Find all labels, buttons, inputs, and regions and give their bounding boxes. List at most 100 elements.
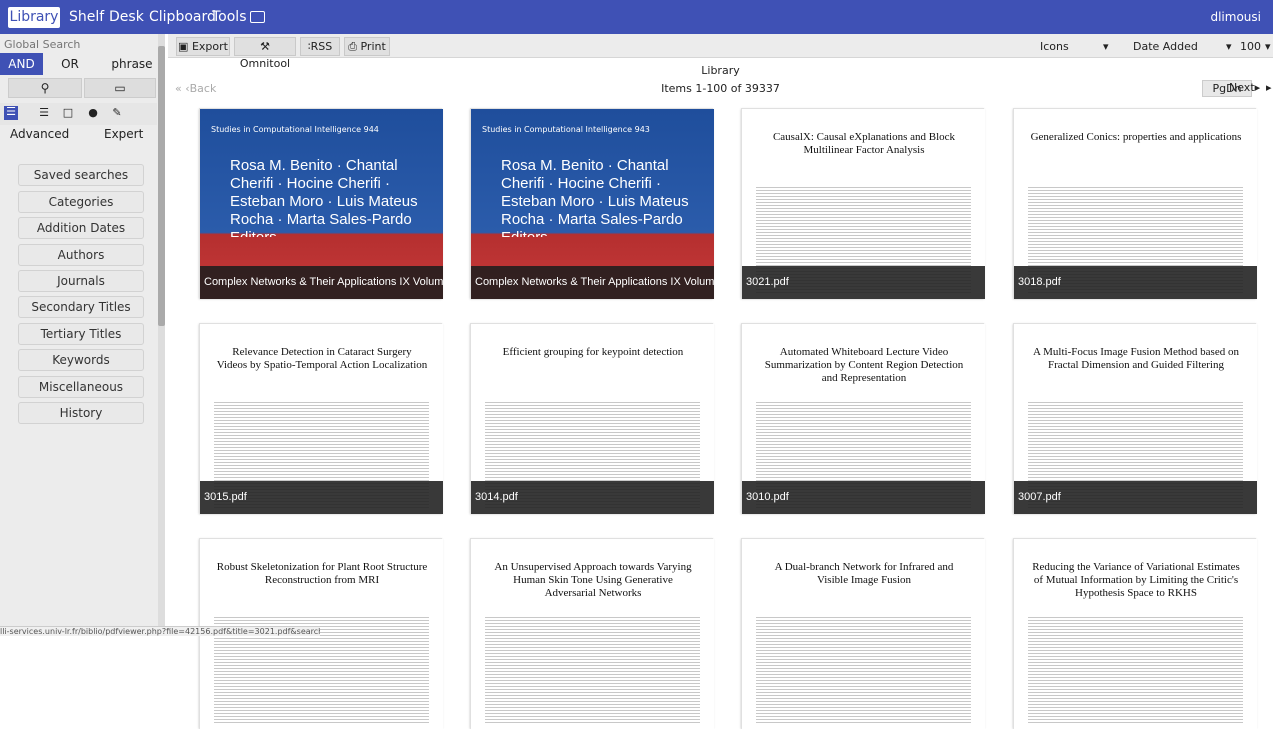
nav-library[interactable]: Library [8, 7, 60, 28]
paper-preview: Reducing the Variance of Variational Est… [1014, 539, 1257, 729]
paper-title: A Multi-Focus Image Fusion Method based … [1033, 346, 1239, 371]
categories-button[interactable]: Categories [18, 191, 144, 213]
item-card[interactable]: An Unsupervised Approach towards Varying… [470, 538, 714, 729]
nav-desk[interactable]: Desk [109, 7, 144, 28]
omnitool-button[interactable]: ⚒ Omnitool [234, 37, 296, 70]
item-thumbnail[interactable]: Reducing the Variance of Variational Est… [1014, 539, 1257, 729]
print-label: Print [360, 40, 386, 53]
chevron-right-icon: ▸ [1254, 81, 1261, 94]
paper-text-lines [485, 615, 700, 725]
search-button[interactable]: ⚲ [8, 78, 82, 98]
item-thumbnail[interactable]: Generalized Conics: properties and appli… [1014, 109, 1257, 299]
top-nav: Library Shelf Desk Clipboard Tools dlimo… [0, 0, 1273, 34]
view-select[interactable]: Icons [1040, 37, 1100, 56]
chevron-down-icon[interactable]: ▾ [1265, 37, 1273, 56]
item-caption: Complex Networks & Their Applications IX… [471, 266, 714, 299]
item-thumbnail[interactable]: Studies in Computational Intelligence 94… [200, 109, 443, 299]
chevron-down-icon[interactable]: ▾ [1103, 37, 1113, 56]
item-card[interactable]: A Multi-Focus Image Fusion Method based … [1013, 323, 1257, 514]
expert-search-link[interactable]: Expert [104, 127, 143, 141]
cover-series: Studies in Computational Intelligence 94… [211, 125, 379, 134]
paper-text-lines [1028, 615, 1243, 725]
advanced-search-link[interactable]: Advanced [10, 127, 69, 141]
paper-title: Generalized Conics: properties and appli… [1030, 131, 1242, 143]
item-card[interactable]: A Dual-branch Network for Infrared and V… [741, 538, 985, 729]
nav-clipboard[interactable]: Clipboard [149, 7, 216, 28]
keyboard-icon[interactable] [250, 11, 265, 23]
list-icon[interactable]: ☰ [38, 107, 50, 119]
item-thumbnail[interactable]: Studies in Computational Intelligence 94… [471, 109, 714, 299]
tertiary-titles-button[interactable]: Tertiary Titles [18, 323, 144, 345]
paper-title: A Dual-branch Network for Infrared and V… [774, 561, 954, 586]
rss-button[interactable]: ∶RSS [300, 37, 340, 56]
sort-select-value: Date Added [1133, 40, 1198, 53]
export-button[interactable]: ▣ Export [176, 37, 230, 56]
item-caption: Complex Networks & Their Applications IX… [200, 266, 443, 299]
paper-title: CausalX: Causal eXplanations and Block M… [772, 131, 956, 156]
user-name[interactable]: dlimousi [1210, 10, 1261, 24]
item-card[interactable]: Efficient grouping for keypoint detectio… [470, 323, 714, 514]
paper-title: An Unsupervised Approach towards Varying… [494, 561, 692, 599]
global-search-input[interactable] [4, 36, 154, 52]
per-page-select[interactable]: 100 [1240, 37, 1262, 56]
phrase-button[interactable]: phrase [107, 53, 157, 75]
item-thumbnail[interactable]: A Dual-branch Network for Infrared and V… [742, 539, 985, 729]
keywords-button[interactable]: Keywords [18, 349, 144, 371]
export-label: Export [191, 40, 228, 53]
item-card[interactable]: Studies in Computational Intelligence 94… [199, 108, 443, 299]
comment-icon[interactable]: ● [87, 107, 99, 119]
miscellaneous-button[interactable]: Miscellaneous [18, 376, 144, 398]
print-icon: ⎙ [348, 40, 361, 53]
sidebar-scrollbar-thumb[interactable] [158, 46, 165, 326]
item-thumbnail[interactable]: Efficient grouping for keypoint detectio… [471, 324, 714, 514]
page-title: Library [701, 64, 740, 77]
pencil-icon[interactable]: ✎ [111, 107, 123, 119]
per-page-value: 100 [1240, 40, 1261, 53]
item-card[interactable]: Generalized Conics: properties and appli… [1013, 108, 1257, 299]
secondary-titles-button[interactable]: Secondary Titles [18, 296, 144, 318]
saved-searches-button[interactable]: Saved searches [18, 164, 144, 186]
item-caption: 3007.pdf [1014, 481, 1257, 514]
item-thumbnail[interactable]: Relevance Detection in Cataract Surgery … [200, 324, 443, 514]
database-icon[interactable]: ☰ [4, 106, 18, 120]
rss-label: RSS [310, 40, 333, 53]
cover-series: Studies in Computational Intelligence 94… [482, 125, 650, 134]
item-thumbnail[interactable]: A Multi-Focus Image Fusion Method based … [1014, 324, 1257, 514]
pdf-icon[interactable]: □ [62, 107, 74, 119]
item-card[interactable]: Relevance Detection in Cataract Surgery … [199, 323, 443, 514]
item-card[interactable]: Automated Whiteboard Lecture Video Summa… [741, 323, 985, 514]
and-button[interactable]: AND [0, 53, 43, 75]
search-icon: ⚲ [40, 81, 50, 95]
history-button[interactable]: History [18, 402, 144, 424]
paper-title: Robust Skeletonization for Plant Root St… [216, 561, 428, 586]
or-button[interactable]: OR [55, 53, 85, 75]
next-button[interactable]: Next▸ [1229, 80, 1260, 97]
paper-title: Efficient grouping for keypoint detectio… [502, 346, 684, 358]
journals-button[interactable]: Journals [18, 270, 144, 292]
chevron-down-icon[interactable]: ▾ [1226, 37, 1236, 56]
clear-button[interactable]: ▭ [84, 78, 156, 98]
item-card[interactable]: Reducing the Variance of Variational Est… [1013, 538, 1257, 729]
toolbar: ▣ Export ⚒ Omnitool ∶RSS ⎙ Print Icons ▾… [168, 34, 1273, 70]
next-label: Next [1229, 81, 1255, 94]
item-thumbnail[interactable]: CausalX: Causal eXplanations and Block M… [742, 109, 985, 299]
addition-dates-button[interactable]: Addition Dates [18, 217, 144, 239]
save-icon: ▣ [178, 40, 192, 53]
nav-shelf[interactable]: Shelf [69, 7, 104, 28]
item-caption: 3021.pdf [742, 266, 985, 299]
item-thumbnail[interactable]: An Unsupervised Approach towards Varying… [471, 539, 714, 729]
sort-select[interactable]: Date Added [1133, 37, 1223, 56]
item-card[interactable]: Studies in Computational Intelligence 94… [470, 108, 714, 299]
sidebar: AND OR phrase ⚲ ▭ ☰ ☰ □ ● ✎ Advanced Exp… [0, 34, 165, 636]
item-thumbnail[interactable]: Automated Whiteboard Lecture Video Summa… [742, 324, 985, 514]
paper-title: Relevance Detection in Cataract Surgery … [216, 346, 428, 371]
last-page-icon[interactable]: ▸ [1266, 80, 1273, 97]
item-card[interactable]: CausalX: Causal eXplanations and Block M… [741, 108, 985, 299]
trash-icon: ▭ [114, 81, 126, 95]
paper-preview: An Unsupervised Approach towards Varying… [471, 539, 714, 729]
cover-authors: Rosa M. Benito · Chantal Cherifi · Hocin… [501, 157, 689, 237]
authors-button[interactable]: Authors [18, 244, 144, 266]
item-caption: 3010.pdf [742, 481, 985, 514]
print-button[interactable]: ⎙ Print [344, 37, 390, 56]
nav-tools[interactable]: Tools [212, 7, 247, 28]
